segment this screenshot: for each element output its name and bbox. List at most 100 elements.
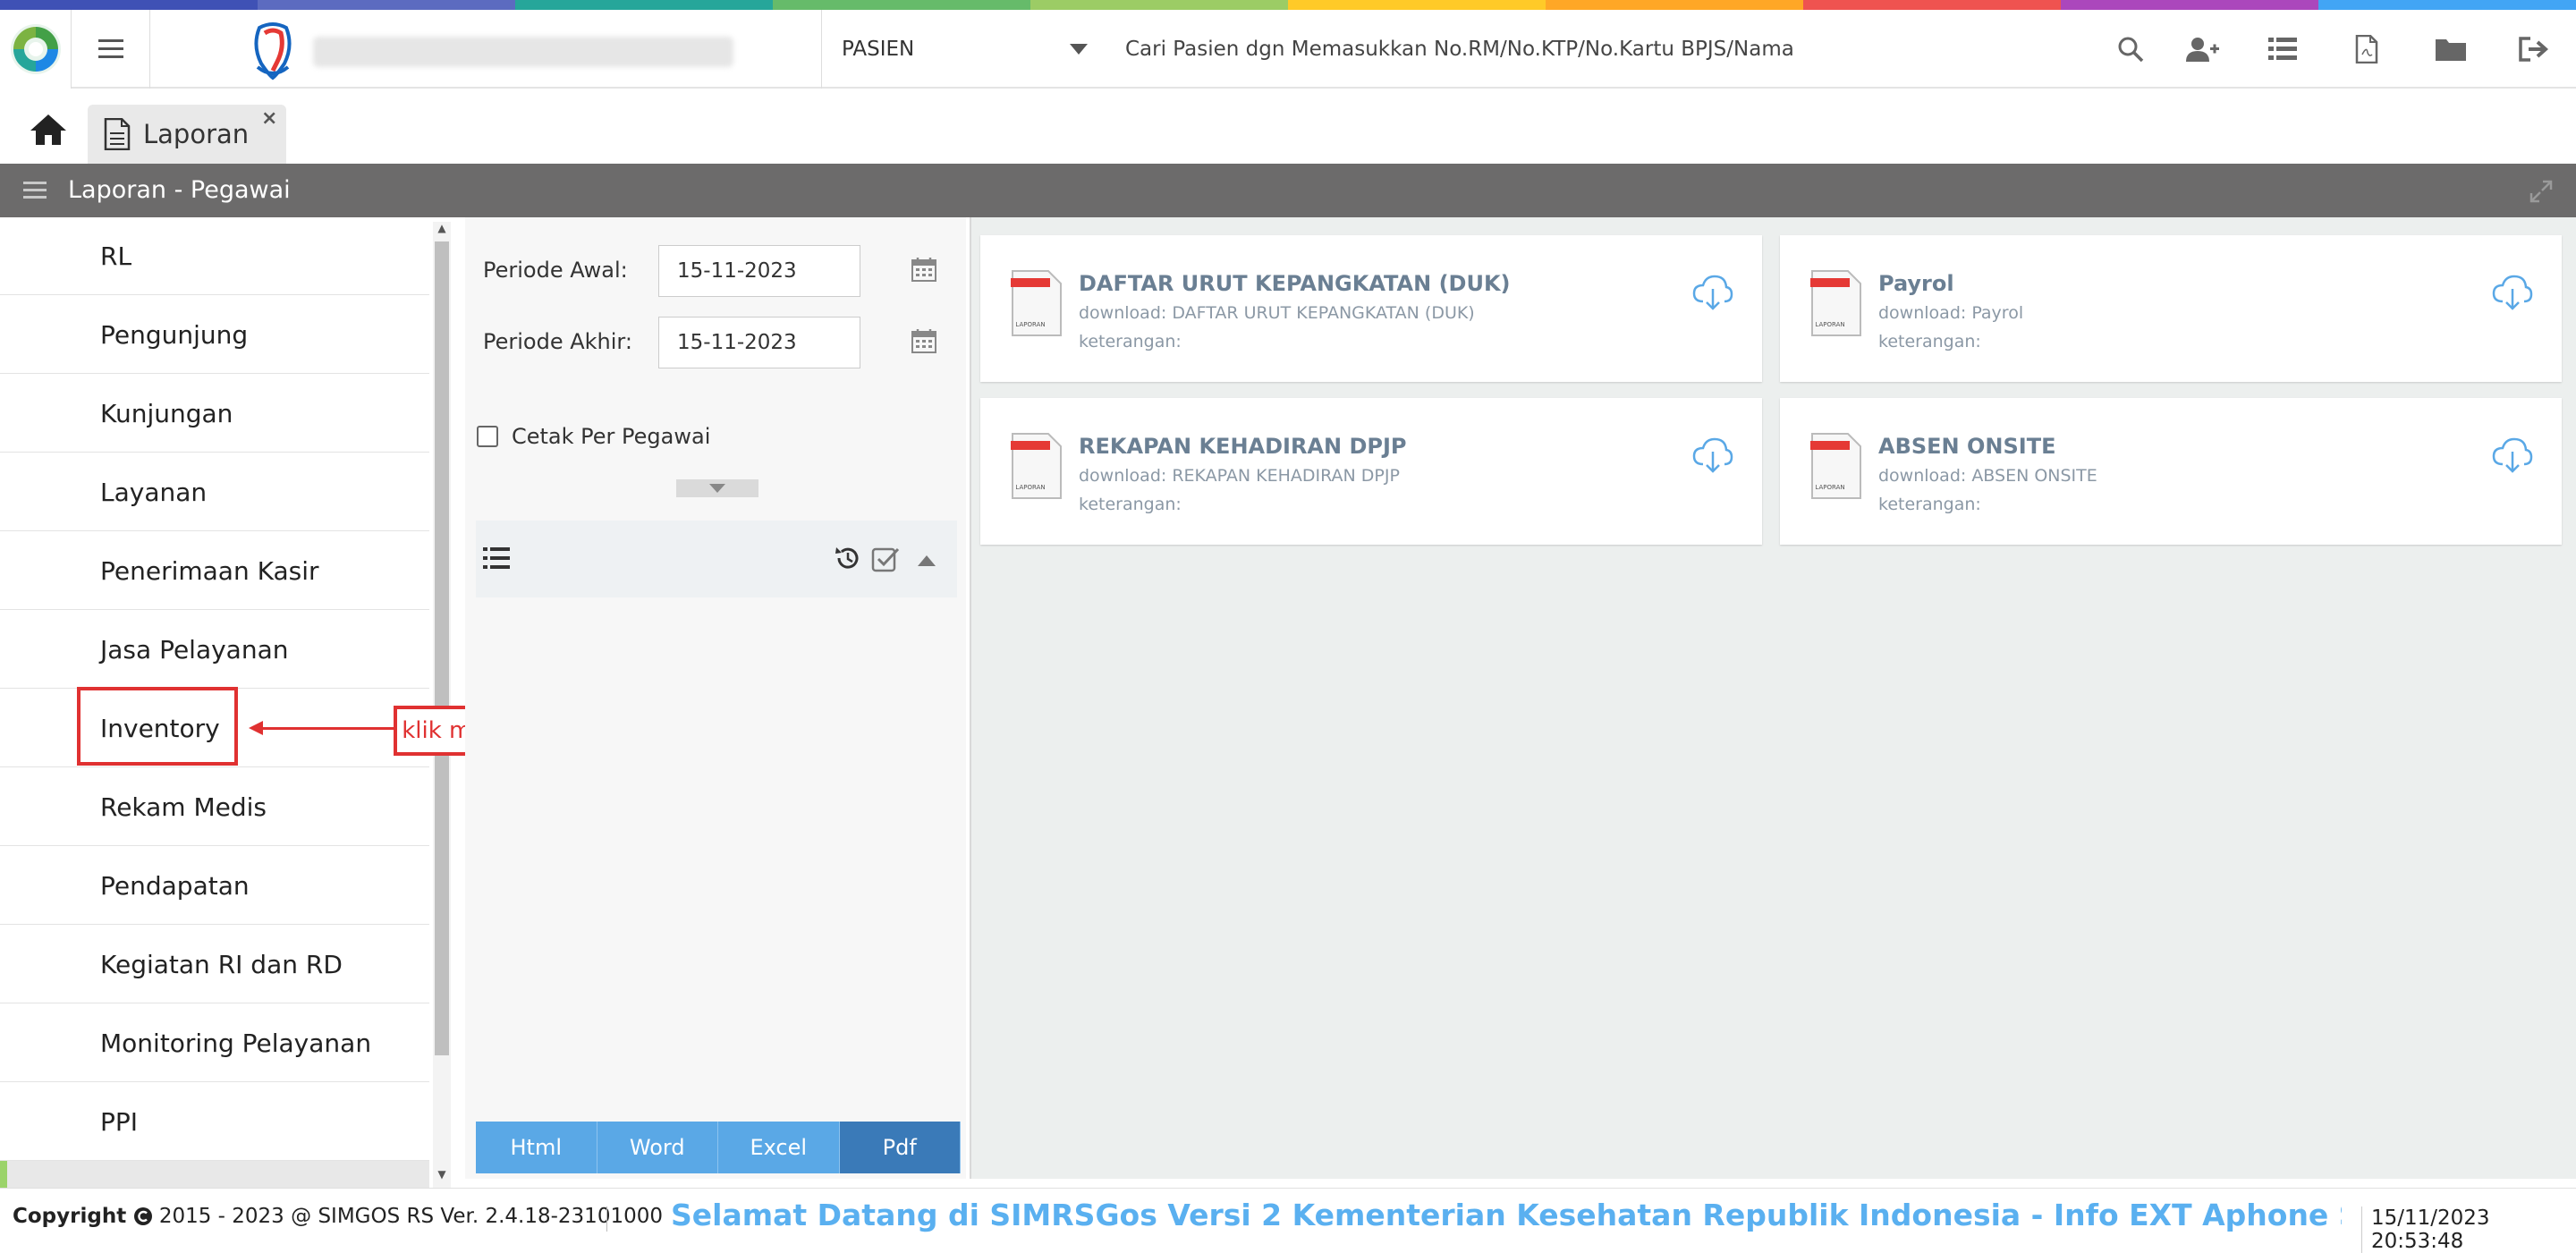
report-cards-area: LAPORAN DAFTAR URUT KEPANGKATAN (DUK) do… bbox=[970, 217, 2576, 1179]
tab-bar: Laporan bbox=[0, 90, 2576, 164]
tab-close-icon[interactable]: × bbox=[261, 107, 277, 130]
clock-display: 15/11/2023 20:53:48 bbox=[2361, 1206, 2576, 1253]
hamburger-icon bbox=[97, 39, 123, 58]
copyright-detail: 2015 - 2023 @ SIMGOS RS Ver. 2.4.18-2310… bbox=[158, 1205, 663, 1228]
sidebar-item-label: Pengunjung bbox=[100, 319, 249, 350]
report-title: Payrol bbox=[1878, 271, 1954, 296]
sidebar-item-pendapatan[interactable]: Pendapatan bbox=[0, 847, 429, 925]
periode-awal-field[interactable]: 15-11-2023 bbox=[658, 245, 860, 297]
chevron-up-icon[interactable] bbox=[918, 553, 936, 570]
report-download-text: download: ABSEN ONSITE bbox=[1878, 466, 2097, 486]
report-card-duk[interactable]: LAPORAN DAFTAR URUT KEPANGKATAN (DUK) do… bbox=[980, 235, 1762, 382]
panel-menu-icon[interactable] bbox=[23, 182, 47, 203]
report-card-rekapan-kehadiran[interactable]: LAPORAN REKAPAN KEHADIRAN DPJP download:… bbox=[980, 398, 1762, 545]
sidebar-item-rekam-medis[interactable]: Rekam Medis bbox=[0, 768, 429, 846]
report-keterangan: keterangan: bbox=[1079, 495, 1182, 514]
top-color-strip bbox=[0, 0, 2576, 10]
expand-icon[interactable] bbox=[2529, 180, 2553, 207]
footer-bar: Copyright 2015 - 2023 @ SIMGOS RS Ver. 2… bbox=[0, 1188, 2576, 1253]
sidebar-item-label: Monitoring Pelayanan bbox=[100, 1028, 372, 1058]
format-html-button[interactable]: Html bbox=[476, 1122, 597, 1173]
sidebar-item-rl[interactable]: RL bbox=[0, 217, 429, 295]
sidebar-item-jasa-pelayanan[interactable]: Jasa Pelayanan bbox=[0, 611, 429, 689]
sign-out-icon[interactable] bbox=[2513, 30, 2553, 69]
report-keterangan: keterangan: bbox=[1878, 495, 1981, 514]
sidebar-item-label: Rekam Medis bbox=[100, 792, 267, 822]
annotation-arrow bbox=[259, 727, 394, 730]
cloud-download-icon[interactable] bbox=[1692, 437, 1733, 473]
sidebar-item-label: Kunjungan bbox=[100, 398, 233, 428]
chevron-down-icon bbox=[709, 484, 725, 493]
highlight-box bbox=[77, 687, 238, 766]
report-title: DAFTAR URUT KEPANGKATAN (DUK) bbox=[1079, 271, 1511, 296]
svg-text:LAPORAN: LAPORAN bbox=[1015, 484, 1045, 491]
sidebar-bottom-bar bbox=[0, 1161, 429, 1188]
sidebar-item-label: PPI bbox=[100, 1106, 139, 1137]
list-icon[interactable] bbox=[483, 547, 510, 572]
sidebar-item-pengunjung[interactable]: Pengunjung bbox=[0, 296, 429, 374]
scroll-up-icon[interactable]: ▲ bbox=[435, 222, 449, 234]
report-keterangan: keterangan: bbox=[1079, 332, 1182, 351]
history-icon[interactable] bbox=[834, 544, 862, 576]
svg-text:LAPORAN: LAPORAN bbox=[1815, 321, 1844, 328]
running-text-marquee: Selamat Datang di SIMRSGos Versi 2 Kemen… bbox=[671, 1198, 2342, 1232]
search-category-value: PASIEN bbox=[842, 38, 915, 61]
svg-text:LAPORAN: LAPORAN bbox=[1815, 484, 1844, 491]
calendar-icon[interactable] bbox=[911, 256, 937, 286]
report-card-payrol[interactable]: LAPORAN Payrol download: Payrol keterang… bbox=[1780, 235, 2562, 382]
report-file-icon: LAPORAN bbox=[1011, 433, 1062, 499]
pdf-file-icon[interactable] bbox=[2347, 30, 2386, 69]
copyright-label: Copyright bbox=[13, 1205, 127, 1228]
format-word-button[interactable]: Word bbox=[597, 1122, 718, 1173]
list-icon[interactable] bbox=[2263, 30, 2302, 69]
cetak-per-pegawai-checkbox[interactable] bbox=[477, 426, 498, 447]
report-file-icon: LAPORAN bbox=[1011, 270, 1062, 336]
report-download-text: download: REKAPAN KEHADIRAN DPJP bbox=[1079, 466, 1400, 486]
patient-search-input[interactable] bbox=[1109, 10, 2093, 89]
sidebar-item-label: Jasa Pelayanan bbox=[100, 634, 289, 665]
search-category-select[interactable]: PASIEN bbox=[821, 10, 1107, 89]
calendar-icon[interactable] bbox=[911, 327, 937, 358]
sidebar-item-kunjungan[interactable]: Kunjungan bbox=[0, 375, 429, 453]
document-icon bbox=[104, 118, 131, 150]
report-title: ABSEN ONSITE bbox=[1878, 434, 2056, 459]
sidebar-item-monitoring-pelayanan[interactable]: Monitoring Pelayanan bbox=[0, 1004, 429, 1082]
cetak-per-pegawai-label: Cetak Per Pegawai bbox=[512, 424, 711, 449]
search-icon[interactable] bbox=[2111, 30, 2150, 69]
add-user-icon[interactable] bbox=[2182, 30, 2222, 69]
app-logo-icon[interactable] bbox=[0, 10, 72, 89]
sidebar-scroll-thumb[interactable] bbox=[435, 241, 449, 1055]
panel-title-bar: Laporan - Pegawai bbox=[0, 164, 2576, 217]
scroll-down-icon[interactable]: ▼ bbox=[435, 1168, 449, 1181]
report-title: REKAPAN KEHADIRAN DPJP bbox=[1079, 434, 1407, 459]
cloud-download-icon[interactable] bbox=[2492, 437, 2533, 473]
folder-icon[interactable] bbox=[2431, 30, 2470, 69]
periode-akhir-field[interactable]: 15-11-2023 bbox=[658, 317, 860, 368]
format-excel-button[interactable]: Excel bbox=[718, 1122, 840, 1173]
report-download-text: download: Payrol bbox=[1878, 303, 2024, 323]
tab-laporan[interactable]: Laporan bbox=[88, 105, 286, 164]
chevron-down-icon[interactable] bbox=[1070, 44, 1088, 55]
report-card-absen-onsite[interactable]: LAPORAN ABSEN ONSITE download: ABSEN ONS… bbox=[1780, 398, 2562, 545]
format-pdf-button[interactable]: Pdf bbox=[839, 1122, 961, 1173]
hospital-logo-icon bbox=[242, 19, 304, 81]
cloud-download-icon[interactable] bbox=[2492, 275, 2533, 310]
copyright-icon bbox=[133, 1207, 152, 1225]
periode-akhir-value: 15-11-2023 bbox=[677, 331, 797, 354]
annotation-arrowhead bbox=[249, 721, 263, 735]
sidebar-item-label: Pendapatan bbox=[100, 870, 250, 901]
sidebar-item-label: Layanan bbox=[100, 477, 208, 507]
check-square-icon[interactable] bbox=[871, 546, 900, 576]
sidebar-item-penerimaan-kasir[interactable]: Penerimaan Kasir bbox=[0, 532, 429, 610]
sidebar-item-ppi[interactable]: PPI bbox=[0, 1083, 429, 1161]
collapse-filter-button[interactable] bbox=[676, 479, 758, 497]
sidebar-item-layanan[interactable]: Layanan bbox=[0, 453, 429, 531]
report-keterangan: keterangan: bbox=[1878, 332, 1981, 351]
home-tab[interactable] bbox=[20, 103, 77, 157]
sidebar-item-kegiatan-ri-rd[interactable]: Kegiatan RI dan RD bbox=[0, 926, 429, 1003]
cloud-download-icon[interactable] bbox=[1692, 275, 1733, 310]
footer-divider bbox=[606, 1206, 607, 1232]
tab-label: Laporan bbox=[143, 119, 250, 149]
menu-toggle-button[interactable] bbox=[72, 10, 150, 89]
hospital-name-blurred bbox=[313, 37, 733, 67]
